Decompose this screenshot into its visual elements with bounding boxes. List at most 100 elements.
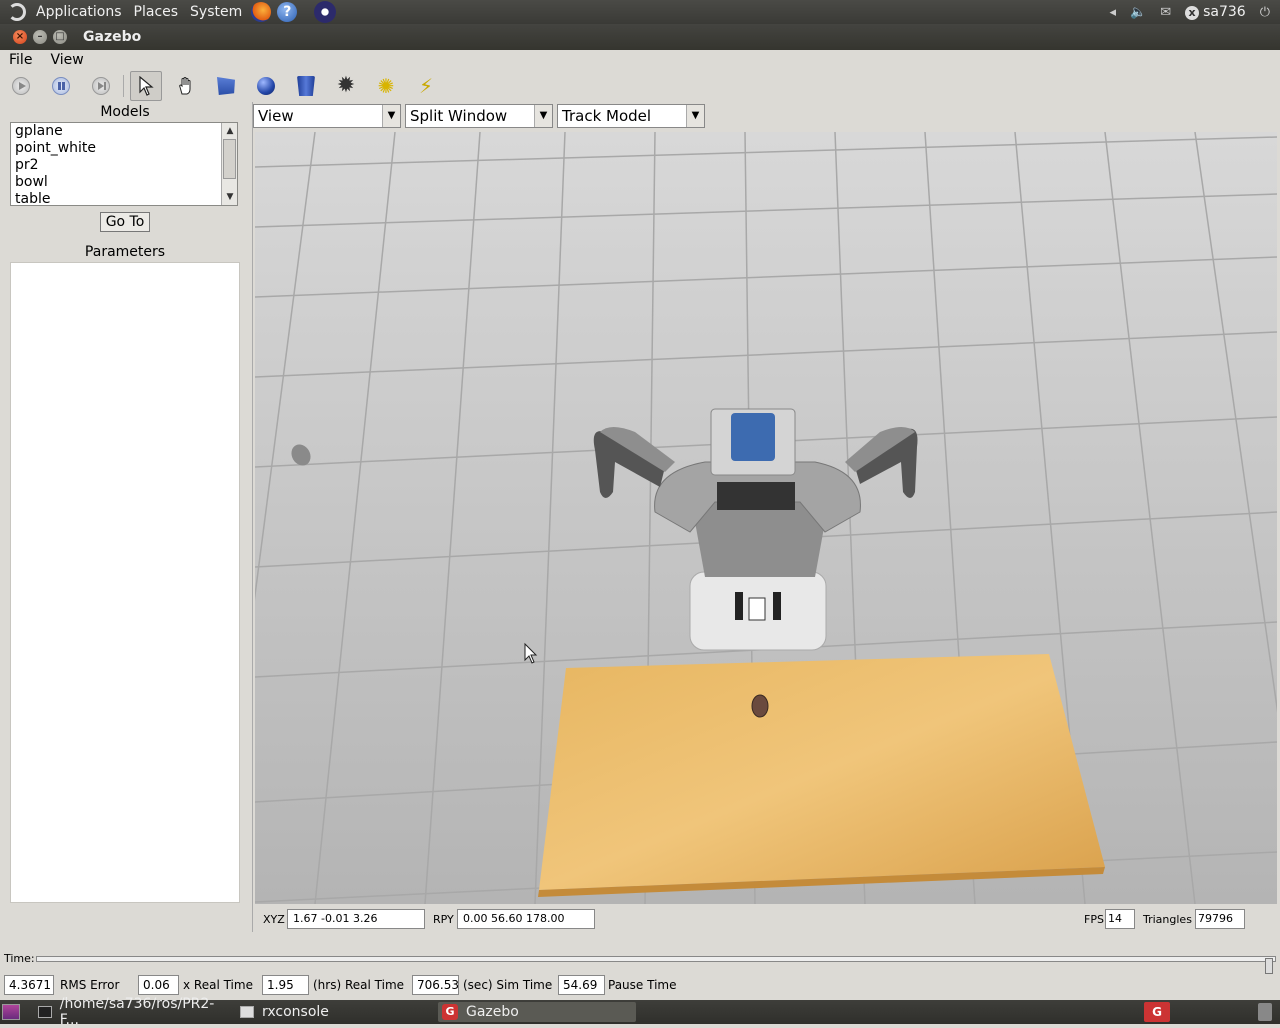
sim-time-field: 706.53 (412, 975, 459, 995)
model-item-bowl[interactable]: bowl (11, 174, 237, 191)
point-light-icon: ✹ (336, 73, 356, 98)
add-point-light-button[interactable]: ✹ (330, 71, 362, 101)
system-menu[interactable]: System (184, 4, 248, 20)
chevron-down-icon: ▼ (382, 105, 400, 127)
status-icon: x (1185, 6, 1200, 20)
step-icon (92, 77, 110, 95)
parameters-label: Parameters (84, 244, 166, 260)
sim-time-label: (sec) Sim Time (463, 978, 553, 992)
show-desktop-icon[interactable] (2, 1004, 20, 1020)
stats-row: 4.3671 RMS Error 0.06 x Real Time 1.95 (… (0, 974, 1280, 996)
xyz-label: XYZ (263, 913, 285, 926)
model-item-gplane[interactable]: gplane (11, 123, 237, 140)
view-panel: View ▼ Split Window ▼ Track Model ▼ XYZ … (252, 102, 1278, 932)
time-slider-handle[interactable] (1265, 958, 1273, 974)
toolbar: ✹ ✺ ⚡ (0, 70, 1280, 102)
maximize-window-button[interactable]: □ (53, 30, 67, 44)
power-icon[interactable]: ⏻ (1260, 5, 1270, 20)
real-time-field: 1.95 (262, 975, 309, 995)
models-label: Models (100, 104, 150, 120)
time-slider[interactable] (36, 956, 1276, 974)
toolbar-separator (123, 75, 124, 97)
hand-tool-button[interactable] (170, 71, 202, 101)
xyz-field[interactable]: 1.67 -0.01 3.26 (287, 909, 425, 929)
add-cylinder-button[interactable] (290, 71, 322, 101)
directional-light-icon: ⚡ (418, 74, 434, 98)
task-rxconsole-label: rxconsole (262, 1004, 329, 1020)
task-gazebo-label: Gazebo (466, 1004, 519, 1020)
pause-icon (52, 77, 70, 95)
scroll-up-icon[interactable]: ▲ (222, 123, 237, 139)
triangles-label: Triangles (1143, 913, 1192, 926)
cylinder-icon (297, 76, 315, 96)
task-gazebo[interactable]: G Gazebo (438, 1002, 636, 1022)
rms-error-field: 4.3671 (4, 975, 54, 995)
select-tool-button[interactable] (130, 71, 162, 101)
minimize-window-button[interactable]: – (33, 30, 47, 44)
window-title: Gazebo (83, 29, 142, 45)
task-rxconsole[interactable]: rxconsole (236, 1002, 432, 1022)
gazebo-tray-icon[interactable]: G (1144, 1002, 1170, 1022)
user-menu[interactable]: x sa736 (1185, 4, 1246, 20)
triangles-field: 79796 (1195, 909, 1245, 929)
add-spot-light-button[interactable]: ✺ (370, 71, 402, 101)
scroll-down-icon[interactable]: ▼ (222, 189, 237, 205)
add-sphere-button[interactable] (250, 71, 282, 101)
chevron-down-icon: ▼ (534, 105, 552, 127)
rpy-field[interactable]: 0.00 56.60 178.00 (457, 909, 595, 929)
camera-status-row: XYZ 1.67 -0.01 3.26 RPY 0.00 56.60 178.0… (253, 907, 1279, 931)
fps-field: 14 (1105, 909, 1135, 929)
split-window-value: Split Window (410, 107, 508, 125)
hand-icon (179, 77, 191, 95)
rms-error-label: RMS Error (60, 978, 120, 992)
real-time-label: (hrs) Real Time (313, 978, 405, 992)
panel-arrow-icon: ◂ (1109, 4, 1116, 20)
table-model (539, 654, 1105, 890)
track-model-select[interactable]: Track Model ▼ (557, 104, 705, 128)
scene-render (255, 132, 1277, 904)
close-window-button[interactable]: × (13, 30, 27, 44)
spot-light-icon: ✺ (377, 74, 395, 98)
view-menu[interactable]: View (41, 52, 92, 68)
add-directional-light-button[interactable]: ⚡ (410, 71, 442, 101)
models-scrollbar[interactable]: ▲ ▼ (221, 123, 237, 205)
step-button[interactable] (85, 71, 117, 101)
pause-button[interactable] (45, 71, 77, 101)
time-label: Time: (4, 952, 35, 965)
eclipse-icon[interactable] (314, 1, 337, 23)
window-titlebar: × – □ Gazebo (0, 24, 1280, 50)
terminal-icon (38, 1006, 52, 1018)
ubuntu-logo-icon[interactable] (8, 3, 26, 21)
fps-label: FPS (1084, 913, 1104, 926)
mail-icon[interactable]: ✉ (1160, 5, 1171, 20)
go-to-button[interactable]: Go To (100, 212, 150, 232)
file-menu[interactable]: File (0, 52, 41, 68)
task-terminal-label: /home/sa736/ros/PR2-F... (59, 996, 215, 1028)
scroll-thumb[interactable] (223, 139, 236, 179)
gazebo-icon: G (442, 1004, 458, 1020)
add-box-button[interactable] (210, 71, 242, 101)
split-window-select[interactable]: Split Window ▼ (405, 104, 553, 128)
model-item-pr2[interactable]: pr2 (11, 157, 237, 174)
top-panel: Applications Places System ? ◂ 🔈 ✉ x sa73… (0, 0, 1280, 24)
time-row: Time: (0, 950, 1280, 974)
3d-viewport[interactable] (255, 132, 1277, 904)
applications-menu[interactable]: Applications (30, 4, 128, 20)
firefox-icon[interactable] (251, 2, 272, 22)
table-object (751, 694, 769, 718)
help-icon[interactable]: ? (277, 2, 298, 22)
volume-icon[interactable]: 🔈 (1130, 5, 1146, 20)
task-terminal[interactable]: /home/sa736/ros/PR2-F... (34, 996, 230, 1028)
model-item-table[interactable]: table (11, 191, 237, 205)
trash-icon[interactable] (1258, 1003, 1272, 1021)
model-item-point-white[interactable]: point_white (11, 140, 237, 157)
pause-time-label: Pause Time (608, 978, 677, 992)
view-select[interactable]: View ▼ (253, 104, 401, 128)
pause-time-field: 54.69 (558, 975, 605, 995)
parameters-panel[interactable] (10, 262, 240, 903)
places-menu[interactable]: Places (128, 4, 185, 20)
real-time-factor-field: 0.06 (138, 975, 179, 995)
play-button[interactable] (5, 71, 37, 101)
models-list[interactable]: gplane point_white pr2 bowl table ▲ ▼ (10, 122, 238, 206)
play-icon (12, 77, 30, 95)
